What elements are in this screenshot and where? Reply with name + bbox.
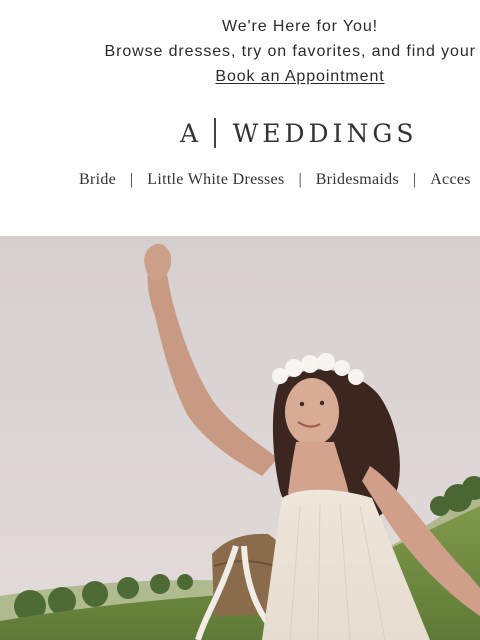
email-page: We're Here for You! Browse dresses, try … xyxy=(0,0,480,640)
nav-item-accessories[interactable]: Acces xyxy=(430,171,471,189)
logo-letter: A xyxy=(180,118,203,148)
nav-item-bridesmaids[interactable]: Bridesmaids xyxy=(316,171,399,189)
banner-subtext: Browse dresses, try on favorites, and fi… xyxy=(104,43,480,60)
nav-separator: | xyxy=(412,171,417,188)
logo-wordmark: WEDDINGS xyxy=(232,118,418,148)
category-nav: Bride | Little White Dresses | Bridesmai… xyxy=(79,171,471,189)
brand-logo[interactable]: A WEDDINGS xyxy=(180,118,417,148)
nav-separator: | xyxy=(298,171,302,188)
book-appointment-link[interactable]: Book an Appointment xyxy=(215,68,384,85)
hero-image[interactable] xyxy=(0,236,480,640)
announcement-banner: We're Here for You! Browse dresses, try … xyxy=(0,14,480,89)
nav-item-little-white-dresses[interactable]: Little White Dresses xyxy=(147,171,284,189)
nav-separator: | xyxy=(130,171,134,188)
hero-photo-bride-waving xyxy=(0,236,480,640)
logo-divider xyxy=(214,118,216,148)
banner-headline: We're Here for You! xyxy=(222,18,378,35)
nav-item-bride[interactable]: Bride xyxy=(79,171,116,189)
